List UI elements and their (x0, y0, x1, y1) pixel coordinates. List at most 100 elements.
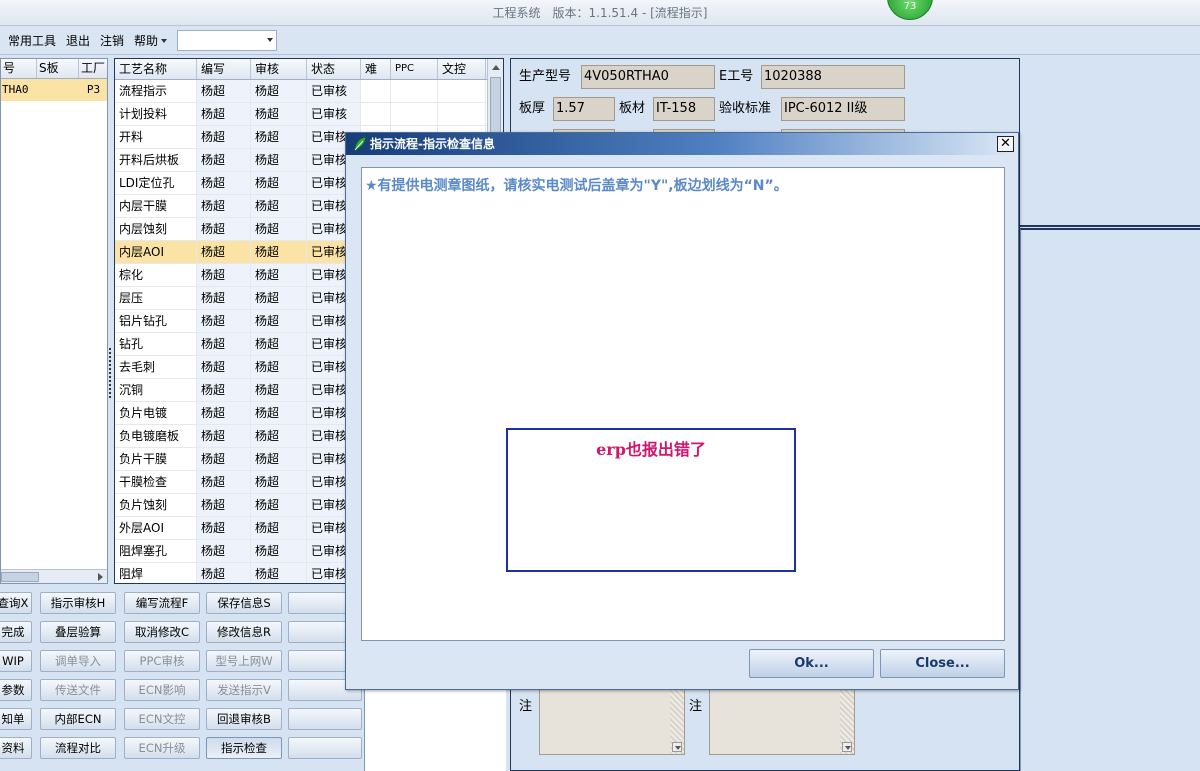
action-button[interactable]: 型号上网W (206, 650, 282, 672)
action-button[interactable]: 流程对比 (40, 737, 116, 759)
column-header[interactable]: 状态 (307, 59, 361, 79)
menu-tools[interactable]: 常用工具 (0, 32, 61, 49)
column-header[interactable]: 号 (1, 59, 37, 78)
arrow-up-icon[interactable] (492, 65, 500, 70)
table-cell: 杨超 (197, 379, 251, 401)
process-grid-header: 工艺名称 编写 审核 状态 难 PPC 文控 (115, 59, 503, 80)
action-button[interactable] (288, 737, 362, 759)
material-field[interactable]: IT-158 (653, 97, 715, 121)
action-button[interactable]: 回退审核B (206, 708, 282, 730)
action-button[interactable]: 指示检查 (206, 737, 282, 759)
table-cell: 杨超 (251, 241, 307, 263)
thickness-field[interactable]: 1.57 (553, 97, 615, 121)
order-grid-header: 号 S板 工厂 (1, 59, 107, 79)
table-cell: 干膜检查 (115, 471, 197, 493)
table-cell (438, 80, 486, 102)
table-cell: 杨超 (197, 241, 251, 263)
action-button[interactable]: WIP (0, 650, 32, 672)
e-number-label: E工号 (719, 69, 754, 84)
action-button[interactable]: 发送指示V (206, 679, 282, 701)
action-button[interactable]: 资料 (0, 737, 32, 759)
action-button[interactable]: 调单导入 (40, 650, 116, 672)
splitter-grip-icon[interactable] (109, 348, 112, 398)
chevron-down-icon[interactable] (161, 38, 168, 43)
action-button[interactable]: 参数 (0, 679, 32, 701)
table-cell: 钻孔 (115, 333, 197, 355)
vertical-scrollbar[interactable] (840, 690, 854, 754)
vertical-scrollbar[interactable] (670, 690, 684, 754)
action-button[interactable]: 指示审核H (40, 592, 116, 614)
info-side-box (1020, 228, 1200, 771)
table-cell (37, 79, 79, 101)
lower-blank-panel (364, 690, 506, 771)
column-header[interactable]: PPC (391, 59, 438, 79)
column-header[interactable]: 难 (361, 59, 391, 79)
action-button[interactable]: 传送文件 (40, 679, 116, 701)
table-cell: 阻焊塞孔 (115, 540, 197, 562)
menu-combo-select[interactable] (177, 30, 278, 51)
table-cell: 内层AOI (115, 241, 197, 263)
arrow-down-icon[interactable] (842, 742, 852, 752)
horizontal-scrollbar[interactable] (1, 569, 107, 583)
note-textarea-1[interactable] (539, 689, 685, 755)
table-cell: 开料后烘板 (115, 149, 197, 171)
table-cell: 负片蚀刻 (115, 494, 197, 516)
table-cell: 杨超 (197, 149, 251, 171)
close-button[interactable]: Close... (880, 649, 1005, 678)
chevron-down-icon[interactable] (267, 38, 274, 42)
action-button[interactable]: 知单 (0, 708, 32, 730)
table-row[interactable]: 流程指示 杨超 杨超 已审核 (115, 80, 503, 103)
order-grid: 号 S板 工厂 THA0 P3 (0, 58, 108, 584)
action-button[interactable]: 查询X (0, 592, 32, 614)
table-cell: 杨超 (251, 264, 307, 286)
arrow-down-icon[interactable] (672, 742, 682, 752)
action-button[interactable]: 内部ECN (40, 708, 116, 730)
table-cell: 杨超 (197, 563, 251, 583)
action-button[interactable]: ECN文控 (124, 708, 200, 730)
menu-logout[interactable]: 注销 (95, 32, 129, 49)
column-header[interactable]: 工厂 (79, 59, 107, 78)
table-cell: 棕化 (115, 264, 197, 286)
table-cell (391, 80, 438, 102)
table-cell: 杨超 (197, 218, 251, 240)
action-button[interactable]: ECN升级 (124, 737, 200, 759)
action-button[interactable] (288, 708, 362, 730)
ok-button[interactable]: Ok... (749, 649, 874, 678)
dialog-title: 指示流程-指示检查信息 (370, 137, 495, 151)
table-cell: 杨超 (251, 218, 307, 240)
action-button[interactable]: ECN影响 (124, 679, 200, 701)
note-textarea-2[interactable] (709, 689, 855, 755)
menu-help[interactable]: 帮助 (129, 32, 163, 49)
scrollbar-thumb[interactable] (1, 572, 39, 582)
table-cell: 杨超 (251, 517, 307, 539)
menu-exit[interactable]: 退出 (61, 32, 95, 49)
action-button[interactable]: 修改信息R (206, 621, 282, 643)
dialog-titlebar[interactable]: 指示流程-指示检查信息 ✕ (346, 133, 1018, 155)
table-cell: 杨超 (251, 195, 307, 217)
action-button[interactable]: 叠层验算 (40, 621, 116, 643)
model-field[interactable]: 4V050RTHA0 (581, 65, 715, 89)
table-cell: 铝片钻孔 (115, 310, 197, 332)
table-cell: 沉铜 (115, 379, 197, 401)
close-icon[interactable]: ✕ (997, 136, 1014, 152)
table-cell: 层压 (115, 287, 197, 309)
table-row[interactable]: THA0 P3 (1, 79, 107, 101)
table-cell: 杨超 (251, 540, 307, 562)
column-header[interactable]: 审核 (251, 59, 307, 79)
table-row[interactable]: 计划投料 杨超 杨超 已审核 (115, 103, 503, 126)
action-button[interactable]: 编写流程F (124, 592, 200, 614)
table-cell: 杨超 (197, 494, 251, 516)
action-button[interactable]: 取消修改C (124, 621, 200, 643)
check-info-dialog: 指示流程-指示检查信息 ✕ ★有提供电测章图纸，请核实电测试后盖章为"Y",板边… (345, 132, 1019, 690)
e-number-field[interactable]: 1020388 (761, 65, 905, 89)
column-header[interactable]: 文控 (438, 59, 486, 79)
action-button[interactable]: 完成 (0, 621, 32, 643)
action-button[interactable]: PPC审核 (124, 650, 200, 672)
table-cell: 杨超 (251, 149, 307, 171)
standard-field[interactable]: IPC-6012 II级 (781, 97, 905, 121)
column-header[interactable]: 工艺名称 (115, 59, 197, 79)
column-header[interactable]: S板 (37, 59, 79, 78)
column-header[interactable]: 编写 (197, 59, 251, 79)
action-button[interactable]: 保存信息S (206, 592, 282, 614)
arrow-right-icon[interactable] (98, 573, 103, 581)
